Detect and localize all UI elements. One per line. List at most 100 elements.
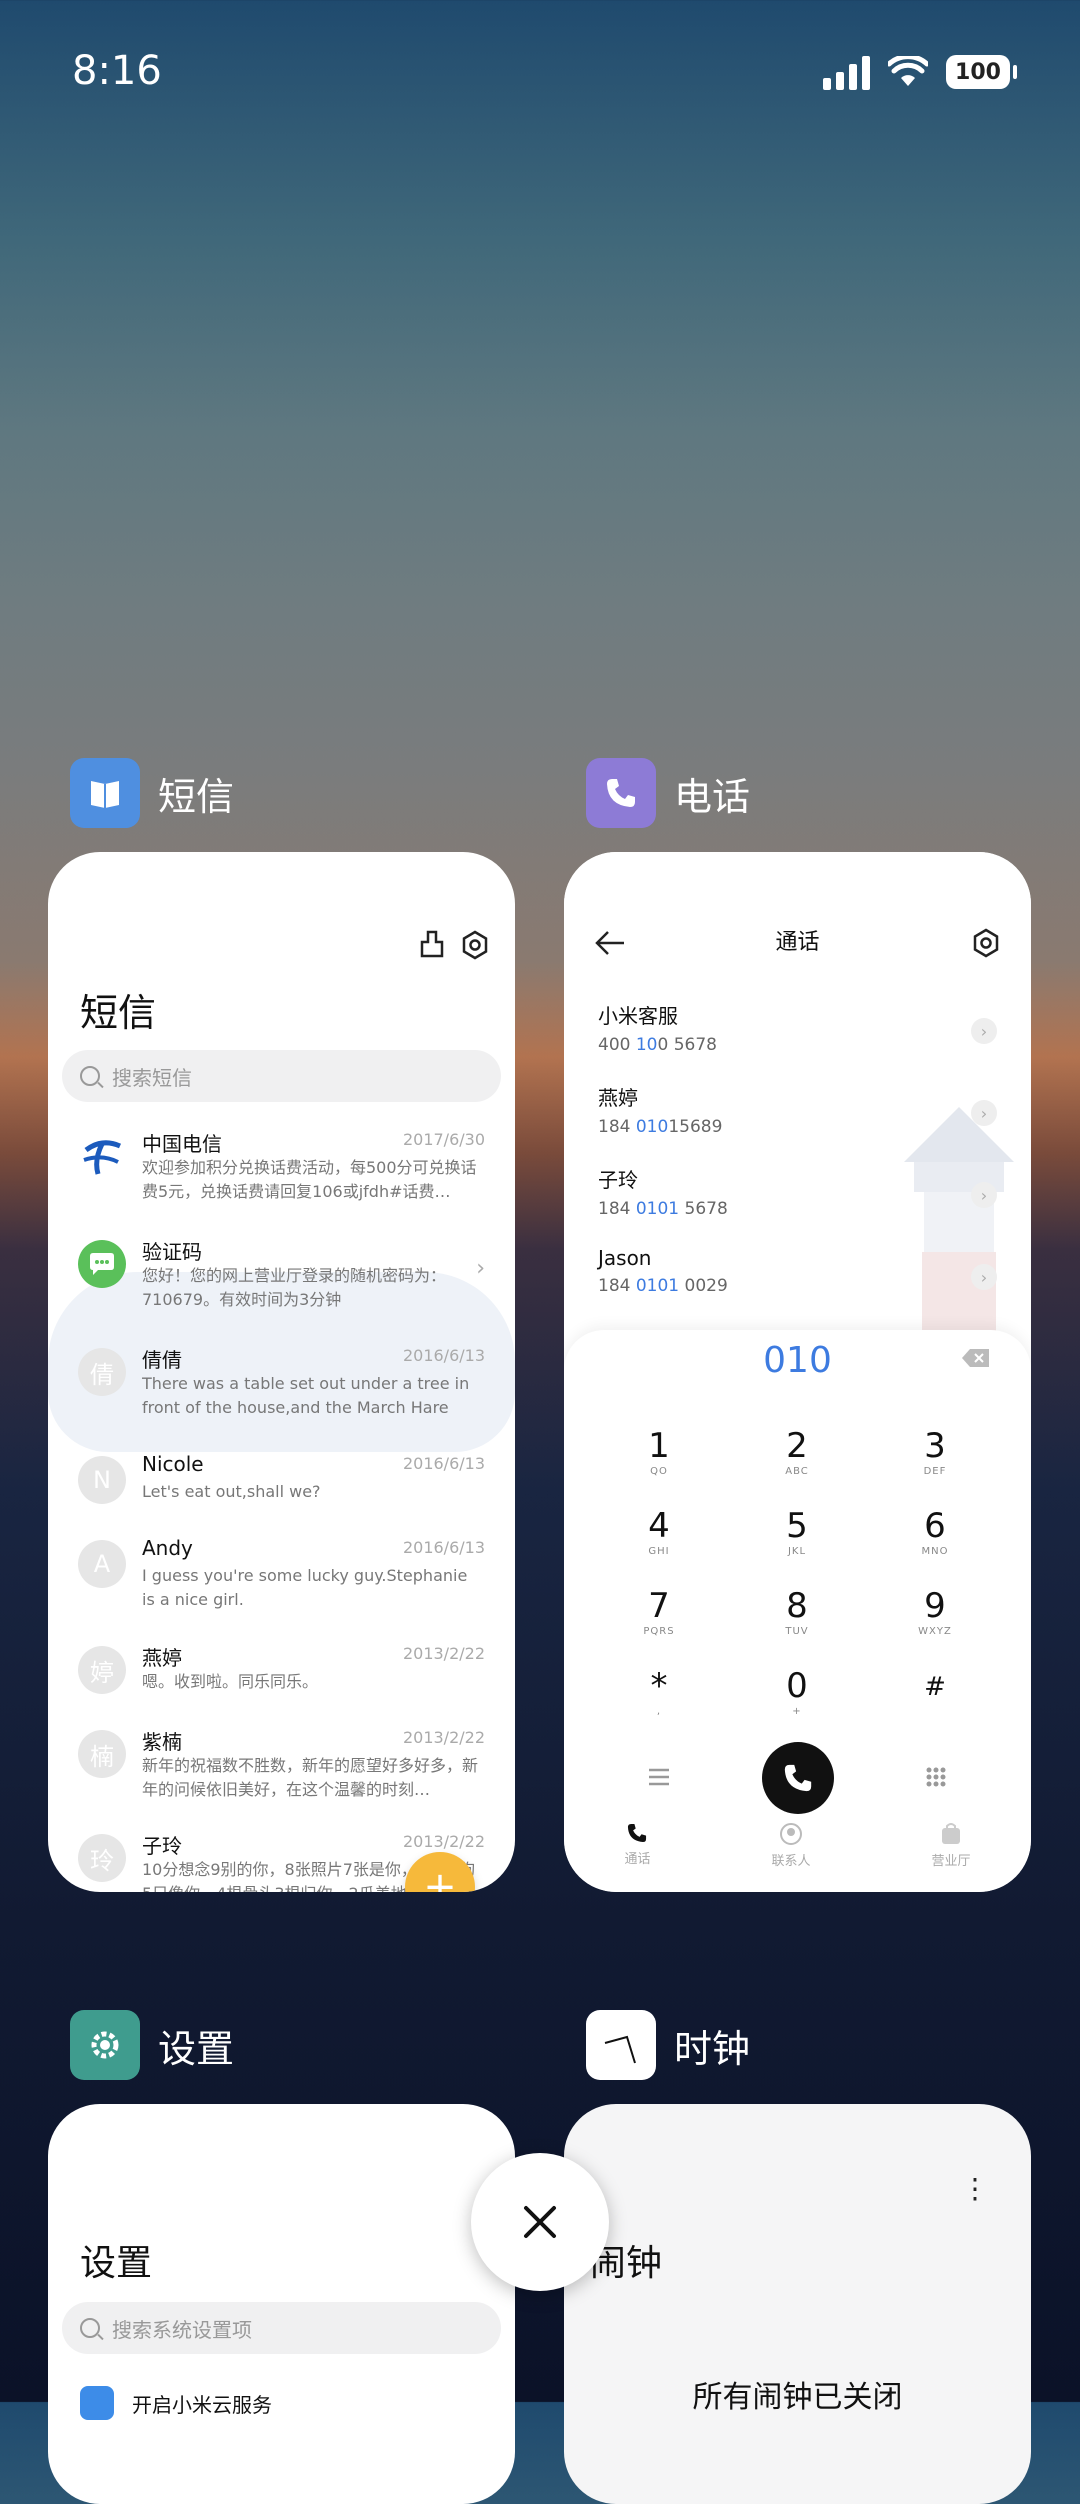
phone-app-icon	[586, 758, 656, 828]
message-date: 2016/6/13	[402, 1454, 485, 1473]
settings-app-header[interactable]: 设置	[70, 2010, 234, 2080]
dial-key-2[interactable]: 2 ABC	[737, 1426, 857, 1477]
dial-key-3[interactable]: 3 DEF	[875, 1426, 995, 1477]
message-date: 2013/2/22	[402, 1644, 485, 1663]
message-preview: 新年的祝福数不胜数，新年的愿望好多好多，新年的问候依旧美好，在这个温馨的时刻…	[142, 1756, 479, 1799]
list-item[interactable]: 倩 倩倩 2016/6/13 There was a table set out…	[78, 1344, 485, 1444]
settings-icon[interactable]	[971, 928, 1001, 958]
phone-app-header[interactable]: 电话	[586, 758, 750, 828]
call-log-item[interactable]: 燕婷 184 01015689 ›	[598, 1082, 997, 1162]
battery-indicator: 100	[946, 55, 1017, 89]
chevron-right-icon[interactable]: ›	[971, 1018, 997, 1044]
dial-key-5[interactable]: 5 JKL	[737, 1506, 857, 1557]
settings-icon[interactable]	[460, 930, 490, 960]
list-item[interactable]: 验证码 › 您好！您的网上营业厅登录的随机密码为：710679。有效时间为3分钟	[78, 1236, 485, 1336]
phone-card[interactable]: 通话 小米客服 400 100 5678 › 燕婷 184 01015689 ›…	[564, 852, 1031, 1892]
call-log-item[interactable]: Jason 184 0101 0029 ›	[598, 1246, 997, 1326]
chevron-right-icon[interactable]: ›	[971, 1264, 997, 1290]
chevron-right-icon[interactable]: ›	[971, 1100, 997, 1126]
settings-search-input[interactable]: 搜索系统设置项	[62, 2302, 501, 2354]
tab-contacts[interactable]: 联系人	[771, 1822, 811, 1878]
dial-key-7[interactable]: 7 PQRS	[599, 1586, 719, 1637]
contact-number: 184 0101 0029	[598, 1276, 728, 1296]
close-all-button[interactable]	[471, 2153, 609, 2291]
sender-name: 倩倩	[142, 1348, 182, 1372]
sms-search-input[interactable]: 搜索短信	[62, 1050, 501, 1102]
list-item[interactable]: 中国电信 2017/6/30 欢迎参加积分兑换话费活动，每500分可兑换话费5元…	[78, 1128, 485, 1228]
list-item[interactable]: A Andy 2016/6/13 I guess you're some luc…	[78, 1536, 485, 1636]
phone-app-name: 电话	[674, 774, 751, 819]
call-log-item[interactable]: 子玲 184 0101 5678 ›	[598, 1164, 997, 1244]
sms-app-name: 短信	[158, 774, 235, 819]
clock-app-header[interactable]: 时钟	[586, 2010, 750, 2080]
avatar: 婷	[78, 1646, 126, 1694]
settings-app-icon	[70, 2010, 140, 2080]
settings-item-cloud[interactable]: 开启小米云服务	[80, 2386, 272, 2420]
contact-name: Jason	[598, 1246, 652, 1270]
clock-card[interactable]: ⋮ 闹钟 所有闹钟已关闭	[564, 2104, 1031, 2504]
contact-number: 184 0101 5678	[598, 1199, 728, 1219]
sms-page-title: 短信	[80, 991, 157, 1035]
dial-key-1[interactable]: 1 QO	[599, 1426, 719, 1477]
dial-key-6[interactable]: 6 MNO	[875, 1506, 995, 1557]
sms-app-header[interactable]: 短信	[70, 758, 234, 828]
bottom-nav: 通话 联系人 营业厅	[564, 1822, 1031, 1878]
shopping-bag-icon	[941, 1823, 960, 1844]
message-date: 2013/2/22	[402, 1728, 485, 1747]
chevron-right-icon[interactable]: ›	[971, 1182, 997, 1208]
sender-name: 紫楠	[142, 1730, 182, 1754]
sender-name: 子玲	[142, 1834, 182, 1858]
message-preview: I guess you're some lucky guy.Stephanie …	[142, 1566, 468, 1609]
telecom-logo-icon	[78, 1132, 126, 1180]
avatar: 倩	[78, 1348, 126, 1396]
tab-service[interactable]: 营业厅	[931, 1822, 971, 1878]
phone-icon	[784, 1764, 812, 1792]
clean-brush-icon[interactable]	[418, 928, 446, 960]
settings-page-title: 设置	[80, 2243, 153, 2284]
tab-calls[interactable]: 通话	[624, 1822, 651, 1878]
message-date: 2017/6/30	[402, 1130, 485, 1149]
chat-bubble-icon	[78, 1240, 126, 1288]
status-time: 8:16	[72, 48, 162, 94]
backspace-icon[interactable]	[961, 1348, 991, 1368]
dial-key-hash[interactable]: #	[875, 1666, 995, 1702]
sender-name: 验证码	[142, 1240, 202, 1264]
search-icon	[80, 1066, 100, 1086]
contact-name: 燕婷	[598, 1086, 638, 1110]
message-date: 2013/2/22	[402, 1832, 485, 1851]
dial-key-star[interactable]: *,	[599, 1666, 719, 1717]
more-options-icon[interactable]: ⋮	[961, 2175, 989, 2203]
message-date: 2016/6/13	[402, 1346, 485, 1365]
sender-name: Andy	[142, 1536, 193, 1560]
settings-card[interactable]: 设置 搜索系统设置项 开启小米云服务	[48, 2104, 515, 2504]
status-bar: 8:16 100	[72, 48, 1017, 108]
search-icon	[80, 2318, 100, 2338]
message-preview: 嗯。收到啦。同乐同乐。	[142, 1672, 319, 1691]
no-alarms-text: 所有闹钟已关闭	[692, 2380, 903, 2415]
call-log-item[interactable]: 小米客服 400 100 5678 ›	[598, 1000, 997, 1080]
message-preview: 欢迎参加积分兑换话费活动，每500分可兑换话费5元，兑换话费请回复106或jfd…	[142, 1158, 477, 1201]
phone-page-title: 通话	[775, 930, 820, 955]
menu-icon[interactable]	[648, 1768, 670, 1786]
contact-name: 子玲	[598, 1168, 638, 1192]
contact-number: 184 01015689	[598, 1117, 723, 1137]
call-button[interactable]	[762, 1742, 834, 1814]
dial-key-0[interactable]: 0 +	[737, 1666, 857, 1717]
avatar: A	[78, 1540, 126, 1588]
wifi-icon	[888, 56, 928, 86]
avatar: N	[78, 1456, 126, 1504]
phone-icon	[628, 1823, 647, 1843]
dialpad-toggle-icon[interactable]	[925, 1766, 947, 1788]
dial-key-9[interactable]: 9 WXYZ	[875, 1586, 995, 1637]
list-item[interactable]: 楠 紫楠 2013/2/22 新年的祝福数不胜数，新年的愿望好多好多，新年的问候…	[78, 1726, 485, 1826]
contacts-icon	[779, 1823, 802, 1845]
sender-name: Nicole	[142, 1452, 204, 1476]
clock-app-icon	[586, 2010, 656, 2080]
clock-app-name: 时钟	[674, 2026, 751, 2071]
dial-key-8[interactable]: 8 TUV	[737, 1586, 857, 1637]
dial-key-4[interactable]: 4 GHI	[599, 1506, 719, 1557]
sms-app-icon	[70, 758, 140, 828]
dialpad-panel: 010 1 QO 2 ABC 3 DEF 4 GHI 5 JKL 6 MNO 7 PQRS 8…	[564, 1330, 1031, 1892]
sms-card[interactable]: 短信 搜索短信 中国电信 2017/6/30 欢迎参加积分兑换话费活动，每500…	[48, 852, 515, 1892]
cloud-icon	[80, 2386, 114, 2420]
